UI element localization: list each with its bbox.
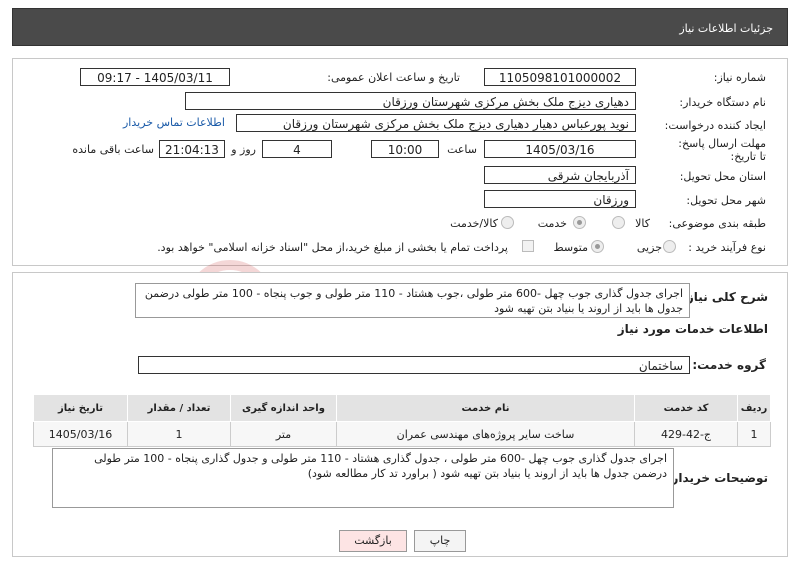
category-option-both-label: کالا/خدمت: [450, 217, 498, 230]
city-field: ورزقان: [484, 190, 636, 208]
remaining-days-field: 4: [262, 140, 332, 158]
service-group-label: گروه خدمت:: [692, 358, 766, 372]
requester-label: ایجاد کننده درخواست:: [664, 119, 766, 132]
col-qty-header: تعداد / مقدار: [127, 394, 231, 422]
deadline-time-label: ساعت: [447, 143, 477, 156]
table-header-row: ردیف کد خدمت نام خدمت واحد اندازه گیری ت…: [33, 394, 771, 422]
services-section-title: اطلاعات خدمات مورد نیاز: [617, 322, 768, 336]
col-unit-header: واحد اندازه گیری: [230, 394, 337, 422]
province-field: آذربایجان شرقی: [484, 166, 636, 184]
page-header: جزئیات اطلاعات نیاز: [12, 8, 788, 46]
back-button[interactable]: بازگشت: [339, 530, 407, 552]
unit-cell: متر: [230, 421, 337, 447]
service-code-cell: ج-42-429: [634, 421, 738, 447]
summary-label: شرح کلی نیاز:: [682, 290, 768, 304]
row-number-cell: 1: [737, 421, 771, 447]
category-goods-radio[interactable]: [612, 216, 625, 229]
deadline-label: مهلت ارسال پاسخ: تا تاریخ:: [678, 137, 766, 163]
buyer-notes-textarea[interactable]: اجرای جدول گذاری جوب چهل -600 متر طولی ،…: [52, 448, 674, 508]
requester-field: نوید پورعباس دهیار دهیاری دیزج ملک بخش م…: [236, 114, 636, 132]
need-number-field: 1105098101000002: [484, 68, 636, 86]
page-title: جزئیات اطلاعات نیاز: [679, 22, 773, 35]
col-row-header: ردیف: [737, 394, 771, 422]
services-table: ردیف کد خدمت نام خدمت واحد اندازه گیری ت…: [33, 394, 771, 447]
service-group-field: ساختمان: [138, 356, 690, 374]
buyer-contact-link[interactable]: اطلاعات تماس خریدار: [123, 116, 225, 129]
days-label: روز و: [231, 143, 256, 156]
announce-datetime-field: 1405/03/11 - 09:17: [80, 68, 230, 86]
need-number-label: شماره نیاز:: [713, 71, 766, 84]
need-date-cell: 1405/03/16: [33, 421, 128, 447]
city-label: شهر محل تحویل:: [686, 194, 766, 207]
category-option-goods-label: کالا: [635, 217, 650, 230]
print-button[interactable]: چاپ: [414, 530, 466, 552]
announce-datetime-label: تاریخ و ساعت اعلان عمومی:: [327, 71, 460, 84]
buyer-org-label: نام دستگاه خریدار:: [679, 96, 766, 109]
buyer-org-field: دهیاری دیزج ملک بخش مرکزی شهرستان ورزقان: [185, 92, 636, 110]
deadline-time-field: 10:00: [371, 140, 439, 158]
remaining-label: ساعت باقی مانده: [72, 143, 154, 156]
buyer-notes-label: توضیحات خریدار:: [666, 471, 768, 485]
summary-textarea[interactable]: اجرای جدول گذاری جوب چهل -600 متر طولی ،…: [135, 283, 690, 318]
category-both-radio[interactable]: [501, 216, 514, 229]
col-name-header: نام خدمت: [336, 394, 635, 422]
category-option-service-label: خدمت: [537, 217, 567, 230]
category-service-radio[interactable]: [573, 216, 586, 229]
service-name-cell: ساخت سایر پروژه‌های مهندسی عمران: [336, 421, 635, 447]
col-date-header: تاریخ نیاز: [33, 394, 128, 422]
deadline-date-field: 1405/03/16: [484, 140, 636, 158]
category-label: طبقه بندی موضوعی:: [668, 217, 766, 230]
table-row: 1 ج-42-429 ساخت سایر پروژه‌های مهندسی عم…: [33, 421, 771, 447]
province-label: استان محل تحویل:: [679, 170, 766, 183]
remaining-time-field: 21:04:13: [159, 140, 225, 158]
col-code-header: کد خدمت: [634, 394, 738, 422]
quantity-cell: 1: [127, 421, 231, 447]
